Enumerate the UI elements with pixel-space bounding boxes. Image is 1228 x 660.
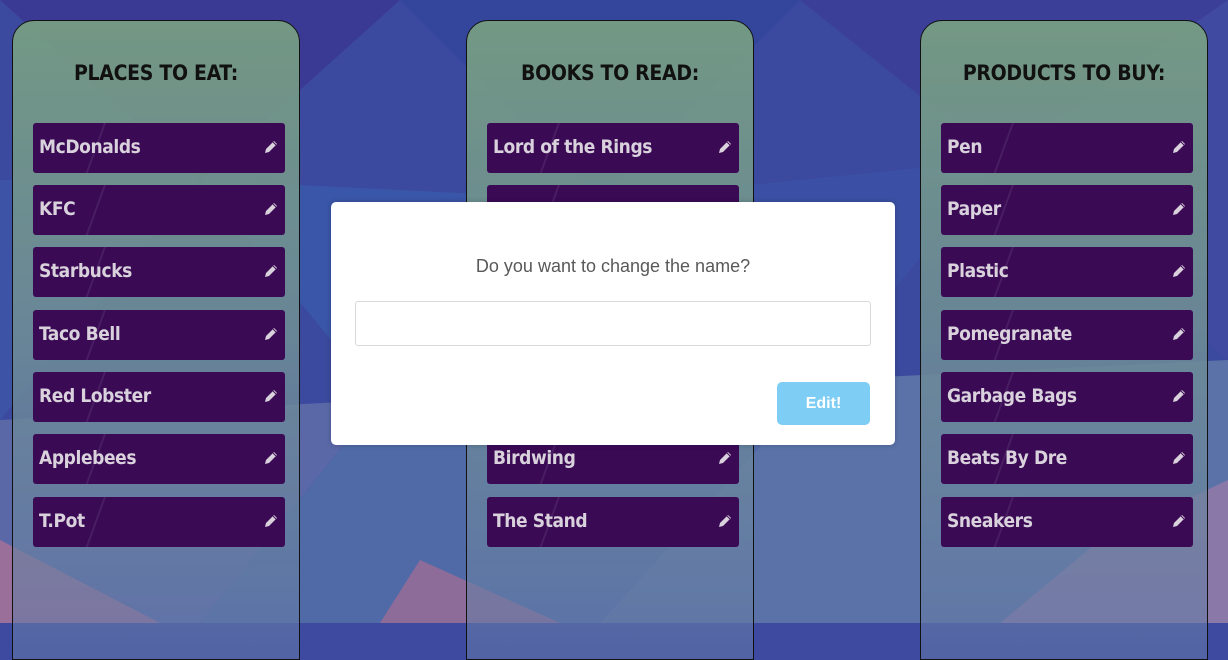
pencil-icon[interactable]: [717, 139, 733, 155]
pencil-icon[interactable]: [1171, 326, 1187, 342]
list-item[interactable]: Sneakers: [941, 497, 1193, 547]
column-title: PLACES TO EAT:: [74, 61, 238, 85]
list-item-label: Taco Bell: [39, 323, 121, 345]
pencil-icon[interactable]: [263, 201, 279, 217]
list-item[interactable]: Paper: [941, 185, 1193, 235]
list-item-label: Applebees: [39, 447, 137, 469]
list-item[interactable]: Plastic: [941, 247, 1193, 297]
pencil-icon[interactable]: [1171, 201, 1187, 217]
list-item-label: Garbage Bags: [947, 385, 1077, 407]
pencil-icon[interactable]: [263, 450, 279, 466]
list-item-label: Red Lobster: [39, 385, 151, 407]
list-item[interactable]: Beats By Dre: [941, 434, 1193, 484]
list-item[interactable]: Applebees: [33, 434, 285, 484]
pencil-icon[interactable]: [1171, 139, 1187, 155]
list-item[interactable]: T.Pot: [33, 497, 285, 547]
pencil-icon[interactable]: [1171, 388, 1187, 404]
pencil-icon[interactable]: [717, 450, 733, 466]
list-item[interactable]: Lord of the Rings: [487, 123, 739, 173]
list-item[interactable]: Pomegranate: [941, 310, 1193, 360]
rename-dialog: Do you want to change the name? Edit!: [331, 202, 895, 445]
list-item-label: Plastic: [947, 260, 1009, 282]
pencil-icon[interactable]: [717, 513, 733, 529]
list-item-label: Paper: [947, 198, 1001, 220]
rename-input[interactable]: [355, 301, 871, 346]
list-item-label: McDonalds: [39, 136, 141, 158]
list-item[interactable]: Garbage Bags: [941, 372, 1193, 422]
pencil-icon[interactable]: [263, 326, 279, 342]
pencil-icon[interactable]: [263, 388, 279, 404]
list-item[interactable]: Pen: [941, 123, 1193, 173]
list-item-label: Pen: [947, 136, 983, 158]
list-item-label: T.Pot: [39, 510, 85, 532]
pencil-icon[interactable]: [1171, 263, 1187, 279]
pencil-icon[interactable]: [1171, 450, 1187, 466]
pencil-icon[interactable]: [263, 263, 279, 279]
column-title: BOOKS TO READ:: [521, 61, 699, 85]
list-item[interactable]: Taco Bell: [33, 310, 285, 360]
list-item[interactable]: Starbucks: [33, 247, 285, 297]
pencil-icon[interactable]: [263, 139, 279, 155]
list-item-label: Starbucks: [39, 260, 132, 282]
list-item-label: Birdwing: [493, 447, 576, 469]
list-item-label: Lord of the Rings: [493, 136, 653, 158]
dialog-title: Do you want to change the name?: [475, 256, 751, 276]
list-item-label: KFC: [39, 198, 76, 220]
list-item-label: Pomegranate: [947, 323, 1072, 345]
list-item[interactable]: KFC: [33, 185, 285, 235]
list-item[interactable]: McDonalds: [33, 123, 285, 173]
column-places-to-eat: PLACES TO EAT: McDonalds KFC Starbucks T…: [12, 20, 300, 660]
column-title: PRODUCTS TO BUY:: [962, 61, 1166, 85]
list-item[interactable]: The Stand: [487, 497, 739, 547]
list-item-label: The Stand: [493, 510, 588, 532]
pencil-icon[interactable]: [1171, 513, 1187, 529]
list-item-label: Beats By Dre: [947, 447, 1067, 469]
list-item[interactable]: Red Lobster: [33, 372, 285, 422]
pencil-icon[interactable]: [263, 513, 279, 529]
edit-button[interactable]: Edit!: [777, 382, 870, 425]
list-item-label: Sneakers: [947, 510, 1033, 532]
column-products-to-buy: PRODUCTS TO BUY: Pen Paper Plastic Pomeg…: [920, 20, 1208, 660]
